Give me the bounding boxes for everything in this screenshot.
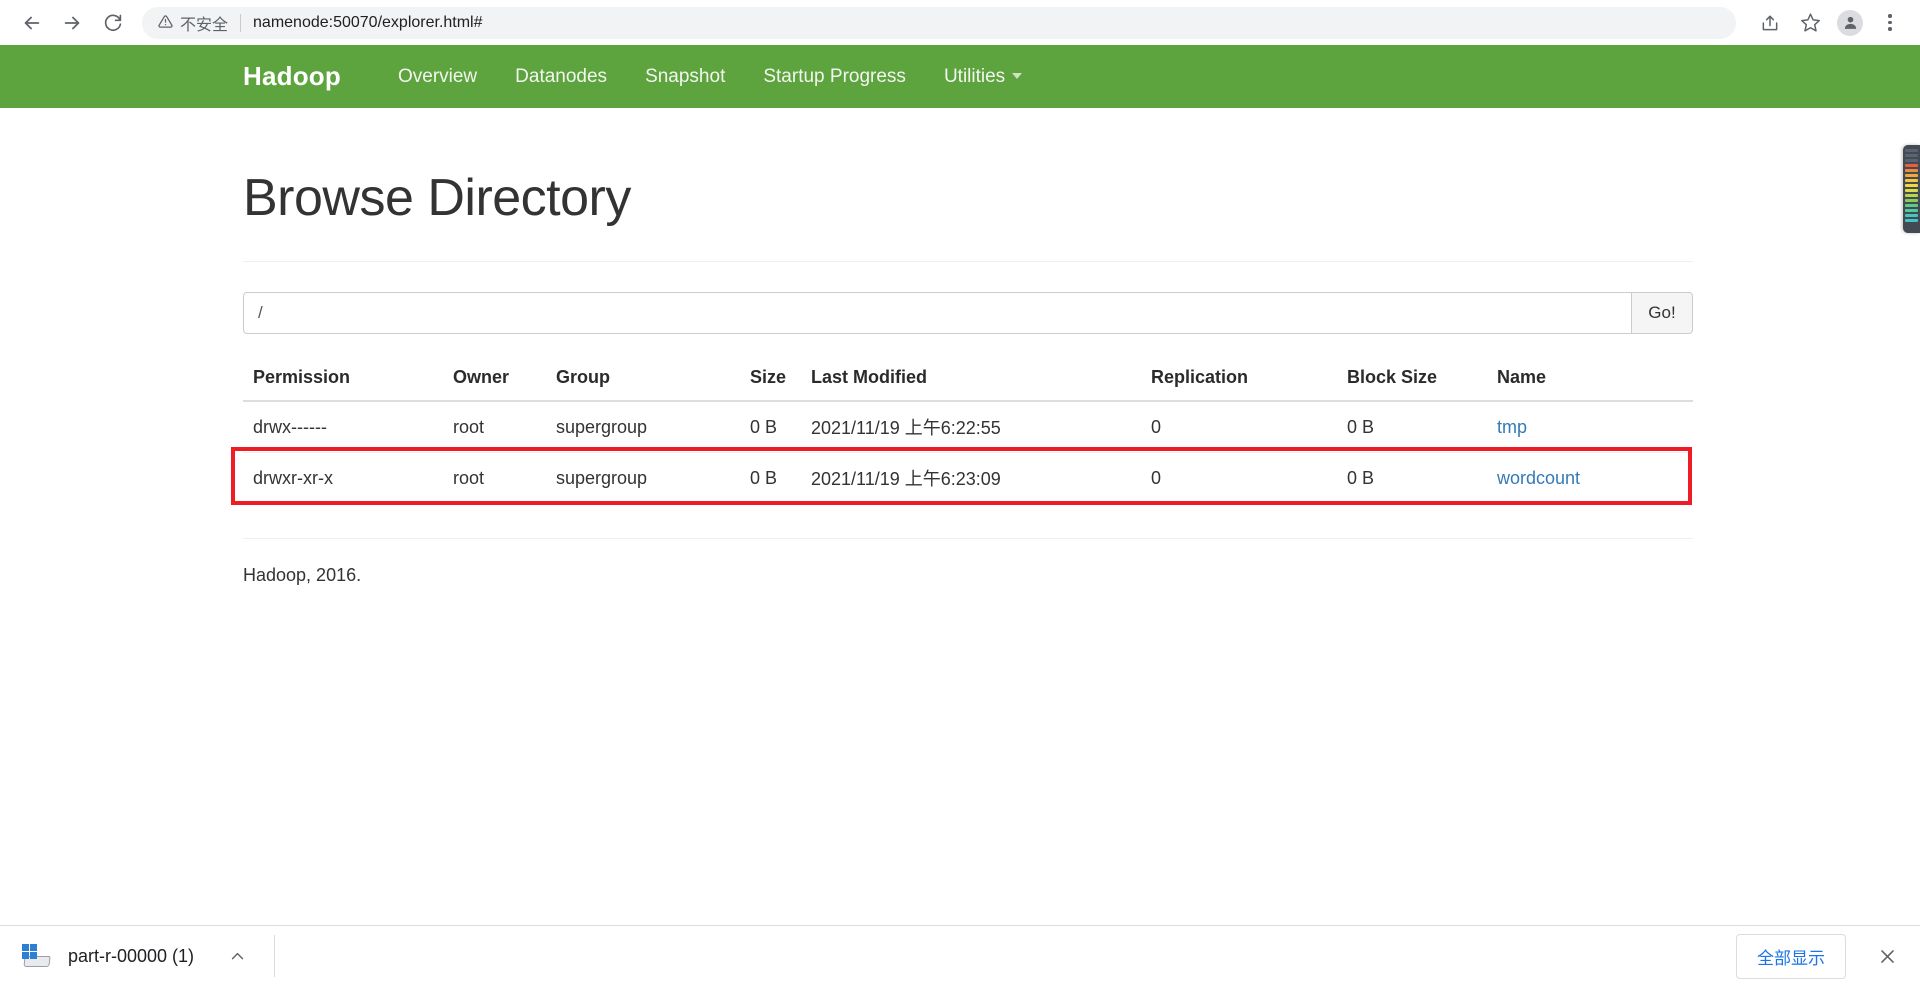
nav-brand[interactable]: Hadoop	[243, 61, 341, 92]
address-bar[interactable]: 不安全 namenode:50070/explorer.html#	[142, 7, 1736, 39]
color-gradient-strip	[1905, 149, 1918, 222]
forward-button[interactable]	[52, 3, 92, 43]
omnibox-divider	[240, 14, 241, 32]
cell-name: tmp	[1487, 401, 1693, 453]
warning-triangle-icon	[158, 14, 173, 32]
download-file-name: part-r-00000 (1)	[68, 946, 194, 967]
cell-owner: root	[443, 401, 546, 453]
column-header-name[interactable]: Name	[1487, 359, 1693, 401]
cell-permission: drwxr-xr-x	[243, 453, 443, 504]
chevron-down-icon	[1012, 73, 1022, 79]
show-all-downloads-button[interactable]: 全部显示	[1736, 934, 1846, 979]
page-title: Browse Directory	[243, 168, 1693, 228]
download-shelf: part-r-00000 (1) 全部显示	[0, 925, 1920, 986]
hadoop-navbar: Hadoop Overview Datanodes Snapshot Start…	[0, 45, 1920, 108]
browser-chrome: 不安全 namenode:50070/explorer.html#	[0, 0, 1920, 45]
cell-name: wordcount	[1487, 453, 1693, 504]
column-header-replication[interactable]: Replication	[1141, 359, 1337, 401]
chrome-actions	[1750, 3, 1920, 43]
kebab-menu-icon[interactable]	[1870, 3, 1910, 43]
cell-owner: root	[443, 453, 546, 504]
cell-size: 0 B	[740, 401, 801, 453]
reload-button[interactable]	[92, 3, 132, 43]
column-header-permission[interactable]: Permission	[243, 359, 443, 401]
nav-link-snapshot[interactable]: Snapshot	[626, 66, 744, 88]
file-link-wordcount[interactable]: wordcount	[1497, 468, 1580, 488]
cell-replication: 0	[1141, 453, 1337, 504]
star-icon[interactable]	[1790, 3, 1830, 43]
column-header-owner[interactable]: Owner	[443, 359, 546, 401]
cell-group: supergroup	[546, 453, 740, 504]
download-item[interactable]: part-r-00000 (1)	[0, 926, 250, 987]
cell-block-size: 0 B	[1337, 401, 1487, 453]
cell-block-size: 0 B	[1337, 453, 1487, 504]
cell-replication: 0	[1141, 401, 1337, 453]
security-label: 不安全	[180, 11, 228, 35]
edge-toolbar-widget[interactable]	[1903, 145, 1920, 233]
path-input[interactable]	[243, 292, 1631, 334]
cell-last-modified: 2021/11/19 上午6:23:09	[801, 453, 1141, 504]
url-text: namenode:50070/explorer.html#	[253, 14, 483, 32]
page-body: Browse Directory Go! Permission Owner Gr…	[0, 108, 1920, 586]
shelf-divider	[274, 935, 275, 977]
nav-link-datanodes[interactable]: Datanodes	[496, 66, 626, 88]
path-input-group: Go!	[243, 292, 1693, 334]
cell-permission: drwx------	[243, 401, 443, 453]
cell-group: supergroup	[546, 401, 740, 453]
content-container: Browse Directory Go! Permission Owner Gr…	[243, 168, 1693, 586]
cell-last-modified: 2021/11/19 上午6:22:55	[801, 401, 1141, 453]
close-icon[interactable]	[1872, 941, 1902, 971]
nav-link-overview[interactable]: Overview	[379, 66, 496, 88]
column-header-block-size[interactable]: Block Size	[1337, 359, 1487, 401]
avatar-icon[interactable]	[1830, 3, 1870, 43]
nav-link-utilities-label: Utilities	[944, 66, 1005, 87]
column-header-group[interactable]: Group	[546, 359, 740, 401]
table-row: drwx------ root supergroup 0 B 2021/11/1…	[243, 401, 1693, 453]
go-button[interactable]: Go!	[1631, 292, 1693, 334]
nav-link-startup-progress[interactable]: Startup Progress	[744, 66, 925, 88]
back-button[interactable]	[12, 3, 52, 43]
file-browser-table: Permission Owner Group Size Last Modifie…	[243, 359, 1693, 503]
file-link-tmp[interactable]: tmp	[1497, 417, 1527, 437]
nav-link-utilities[interactable]: Utilities	[925, 66, 1041, 88]
footer-text: Hadoop, 2016.	[243, 565, 1693, 586]
share-icon[interactable]	[1750, 3, 1790, 43]
cell-size: 0 B	[740, 453, 801, 504]
shelf-actions: 全部显示	[1736, 934, 1920, 979]
windows-file-icon	[22, 944, 52, 968]
title-divider	[243, 261, 1693, 262]
chevron-up-icon[interactable]	[224, 943, 250, 969]
table-row: drwxr-xr-x root supergroup 0 B 2021/11/1…	[243, 453, 1693, 504]
column-header-last-modified[interactable]: Last Modified	[801, 359, 1141, 401]
footer-divider	[243, 538, 1693, 539]
table-header-row: Permission Owner Group Size Last Modifie…	[243, 359, 1693, 401]
column-header-size[interactable]: Size	[740, 359, 801, 401]
